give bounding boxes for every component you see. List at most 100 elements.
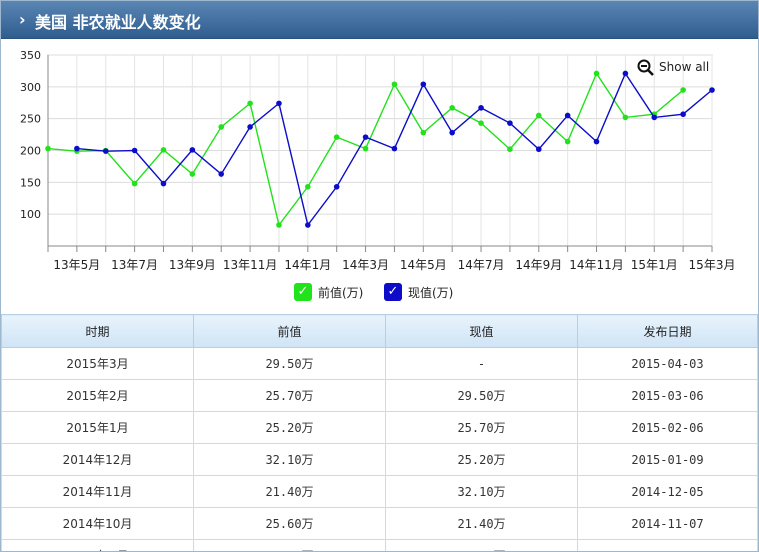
cell-date: 2015-04-03 [577,347,758,380]
checkbox-checked-icon: ✓ [294,283,312,301]
x-tick-label: 15年1月 [631,258,678,272]
data-point [420,81,427,88]
data-point [507,146,513,153]
data-point [276,222,282,228]
cell-prev: 25.60万 [193,507,386,540]
data-point [709,87,715,93]
data-point [420,129,427,136]
cell-prev: 20.30万 [193,539,386,551]
cell-prev: 21.40万 [193,475,386,508]
data-point [247,124,253,130]
cell-date: 2014-11-07 [577,507,758,540]
y-tick-label: 250 [20,113,41,126]
data-point [449,105,455,111]
data-point [276,100,282,107]
y-tick-label: 200 [20,145,41,158]
x-tick-label: 14年5月 [400,258,447,272]
cell-period: 2015年1月 [1,411,194,444]
cell-period: 2014年10月 [1,507,194,540]
data-point [160,147,167,153]
x-tick-label: 14年1月 [284,258,331,272]
cell-prev: 25.70万 [193,379,386,412]
cell-curr: 32.10万 [385,475,578,508]
table-row: 2014年10月 25.60万 21.40万 2014-11-07 [1,507,758,540]
cell-period: 2014年12月 [1,443,194,476]
cell-curr: 21.40万 [385,507,578,540]
data-point [131,180,138,187]
data-point [391,145,398,152]
table-row: 2014年12月 32.10万 25.20万 2015-01-09 [1,443,758,476]
page-title: 美国 非农就业人数变化 [35,13,201,32]
cell-curr: 25.60万 [385,539,578,551]
data-point [189,171,196,177]
data-point [247,100,253,107]
data-point [218,124,225,130]
y-tick-label: 350 [20,49,41,62]
x-tick-label: 13年11月 [223,258,278,272]
header-period: 时期 [1,314,194,348]
cell-date: 2015-03-06 [577,379,758,412]
legend-label-curr: 现值(万) [408,286,454,300]
data-point [131,147,138,154]
x-tick-label: 14年3月 [342,258,389,272]
header-date: 发布日期 [577,314,758,348]
data-point [160,180,167,187]
data-point [391,81,398,88]
data-point [535,112,542,119]
chevron-right-icon: › [19,10,26,29]
data-table: 时期 前值 现值 发布日期 2015年3月 29.50万 - 2015-04-0… [1,314,758,551]
data-point [362,134,369,140]
y-tick-label: 100 [20,208,41,221]
data-point [564,112,571,119]
data-point [218,171,225,177]
table-row: 2014年11月 21.40万 32.10万 2014-12-05 [1,475,758,508]
cell-curr: - [385,347,578,380]
cell-period: 2014年9月 [1,539,194,551]
cell-date: 2015-02-06 [577,411,758,444]
table-row: 2015年2月 25.70万 29.50万 2015-03-06 [1,379,758,412]
table-header-row: 时期 前值 现值 发布日期 [1,314,758,348]
cell-period: 2015年3月 [1,347,194,380]
data-point [680,87,686,93]
data-point [305,183,311,190]
x-tick-label: 13年7月 [111,258,158,272]
cell-prev: 32.10万 [193,443,386,476]
data-point [507,120,513,126]
cell-date: 2014-10-03 [577,539,758,551]
line-chart: 100 150 200 250 300 350 13年5月 13年7月 13年9月 13年11月 1… [20,49,736,272]
table-row: 2015年1月 25.20万 25.70万 2015-02-06 [1,411,758,444]
data-point [651,114,658,121]
data-point [305,222,311,228]
cell-curr: 25.70万 [385,411,578,444]
data-point [102,148,109,154]
data-point [680,111,686,118]
zoom-out-icon [637,59,654,76]
cell-curr: 25.20万 [385,443,578,476]
table-row: 2015年3月 29.50万 - 2015-04-03 [1,347,758,380]
data-point [478,105,484,111]
x-tick-label: 15年3月 [689,258,736,272]
data-point [622,70,629,77]
checkbox-checked-icon: ✓ [384,283,402,301]
data-point [449,129,455,136]
data-point [593,138,600,145]
data-point [362,145,369,152]
x-tick-label: 13年9月 [169,258,216,272]
cell-prev: 25.20万 [193,411,386,444]
data-point [622,114,629,121]
data-point [478,120,484,126]
cell-date: 2015-01-09 [577,443,758,476]
cell-prev: 29.50万 [193,347,386,380]
chart-legend: ✓ 前值(万) ✓ 现值(万) [1,282,758,304]
data-point [564,138,571,145]
data-point [535,146,542,153]
data-point [45,145,51,152]
x-tick-label: 14年9月 [515,258,562,272]
title-bar: › 美国 非农就业人数变化 [1,1,758,39]
table-row: 2014年9月 20.30万 25.60万 2014-10-03 [1,539,758,551]
data-point [74,145,80,152]
legend-label-prev: 前值(万) [318,286,364,300]
x-tick-label: 13年5月 [53,258,100,272]
data-point [333,183,340,190]
header-curr: 现值 [385,314,578,348]
